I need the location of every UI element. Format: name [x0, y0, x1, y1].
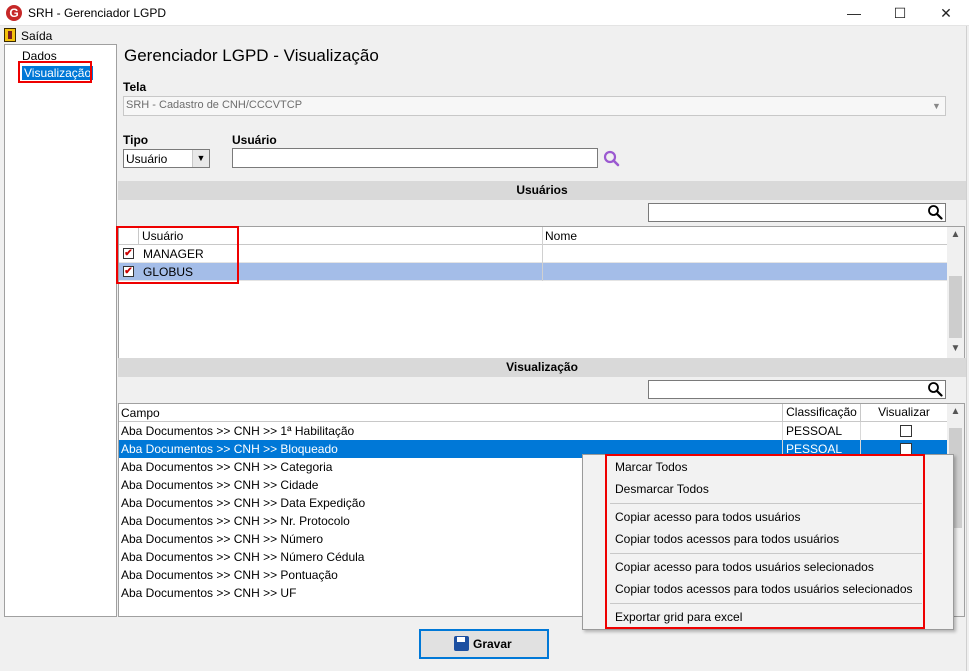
table-row[interactable]: [119, 263, 947, 281]
campo-cell: Aba Documentos >> CNH >> Número Cédula: [121, 550, 365, 564]
campo-cell: Aba Documentos >> CNH >> Nr. Protocolo: [121, 514, 350, 528]
campo-cell: Aba Documentos >> CNH >> Cidade: [121, 478, 319, 492]
column-header-campo[interactable]: Campo: [121, 406, 160, 420]
navigation-tree: [4, 44, 117, 617]
users-filter-input[interactable]: [648, 203, 946, 222]
annotation-highlight-menu: [605, 454, 925, 629]
annotation-highlight-tree: [18, 61, 92, 83]
menu-bar: [0, 26, 969, 44]
visualizacao-section-header: Visualização: [118, 358, 966, 377]
users-grid-header: [119, 227, 947, 245]
tipo-label: Tipo: [123, 133, 149, 147]
column-header-nome[interactable]: Nome: [545, 229, 577, 243]
scroll-up-icon[interactable]: ▲: [947, 229, 964, 240]
tela-select-value: SRH - Cadastro de CNH/CCCVTCP: [126, 99, 303, 111]
campo-cell: Aba Documentos >> CNH >> Categoria: [121, 460, 333, 474]
column-header-classificacao[interactable]: Classificação: [782, 404, 860, 422]
campo-cell: Aba Documentos >> CNH >> Pontuação: [121, 568, 338, 582]
app-icon: G: [6, 5, 22, 21]
minimize-button[interactable]: —: [831, 0, 877, 26]
campo-cell: Aba Documentos >> CNH >> Número: [121, 532, 324, 546]
exit-menu-item[interactable]: Saída: [21, 29, 52, 43]
search-icon[interactable]: [927, 204, 943, 220]
scroll-up-icon[interactable]: ▲: [947, 406, 964, 417]
usuario-label: Usuário: [232, 133, 277, 147]
floppy-disk-icon: [454, 636, 469, 651]
usuarios-section-header: Usuários: [118, 181, 966, 200]
table-row[interactable]: [119, 245, 947, 263]
save-button-label: Gravar: [473, 637, 512, 651]
annotation-highlight-users: [116, 226, 239, 284]
campo-cell: Aba Documentos >> CNH >> UF: [121, 586, 297, 600]
campo-cell: Aba Documentos >> CNH >> Data Expedição: [121, 496, 366, 510]
users-scrollbar-thumb[interactable]: [949, 276, 962, 338]
scroll-down-icon[interactable]: ▼: [947, 343, 964, 354]
visualizar-checkbox[interactable]: [900, 425, 912, 437]
chevron-down-icon[interactable]: ▼: [192, 150, 209, 167]
chevron-down-icon[interactable]: ▼: [928, 97, 945, 115]
column-header-visualizar[interactable]: Visualizar: [860, 404, 947, 422]
search-icon[interactable]: [602, 150, 622, 168]
column-divider: [542, 227, 543, 281]
maximize-button[interactable]: ☐: [877, 0, 923, 26]
search-icon[interactable]: [927, 381, 943, 397]
campo-cell: Aba Documentos >> CNH >> 1ª Habilitação: [121, 424, 355, 438]
tela-label: Tela: [123, 80, 147, 94]
close-button[interactable]: ✕: [923, 0, 969, 26]
door-exit-icon[interactable]: [4, 28, 16, 42]
tipo-select-value: Usuário: [126, 152, 168, 166]
window-title: SRH - Gerenciador LGPD: [28, 6, 167, 20]
visualizacao-filter-input[interactable]: [648, 380, 946, 399]
page-title: Gerenciador LGPD - Visualização: [124, 46, 379, 65]
usuario-input[interactable]: [232, 148, 598, 168]
classificacao-cell: PESSOAL: [786, 424, 843, 438]
campo-cell: Aba Documentos >> CNH >> Bloqueado: [121, 442, 338, 456]
